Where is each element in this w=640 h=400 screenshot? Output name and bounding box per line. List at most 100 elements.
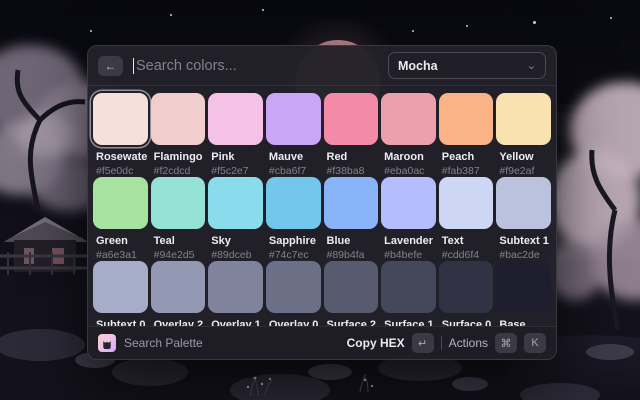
- color-hex: #bac2de: [496, 249, 551, 261]
- color-name: Yellow: [496, 151, 551, 163]
- color-swatch-item[interactable]: Yellow #f9e2af: [496, 93, 551, 177]
- color-grid: Rosewater #f5e0dc Flamingo #f2cdcd Pink …: [93, 93, 551, 326]
- footer-divider: [441, 336, 442, 350]
- color-hex: #f9e2af: [496, 165, 551, 177]
- flavor-dropdown[interactable]: Mocha ⌄: [388, 52, 546, 79]
- search-placeholder: Search colors...: [136, 58, 237, 74]
- color-swatch-item[interactable]: Lavender #b4befe: [381, 177, 436, 261]
- color-name: Teal: [151, 235, 206, 247]
- color-swatch-item[interactable]: Surface 2: [324, 261, 379, 326]
- back-button[interactable]: ←: [98, 56, 123, 76]
- status-bar: Search Palette Copy HEX ↵ Actions ⌘ K: [88, 326, 556, 359]
- color-name: Surface 1: [381, 319, 436, 326]
- search-input[interactable]: Search colors...: [133, 58, 378, 74]
- color-swatch[interactable]: [208, 177, 263, 229]
- star: [170, 14, 172, 16]
- color-hex: #eba0ac: [381, 165, 436, 177]
- color-swatch-item[interactable]: Overlay 0: [266, 261, 321, 326]
- color-name: Maroon: [381, 151, 436, 163]
- color-swatch[interactable]: [324, 261, 379, 313]
- color-name: Pink: [208, 151, 263, 163]
- color-hex: #cba6f7: [266, 165, 321, 177]
- color-swatch[interactable]: [151, 261, 206, 313]
- cat-face-icon: [101, 337, 113, 349]
- text-cursor: [133, 58, 134, 74]
- color-swatch-item[interactable]: Mauve #cba6f7: [266, 93, 321, 177]
- color-swatch-item[interactable]: Subtext 0: [93, 261, 148, 326]
- color-swatch-item[interactable]: Overlay 1: [208, 261, 263, 326]
- color-name: Base: [496, 319, 551, 326]
- color-swatch-item[interactable]: Flamingo #f2cdcd: [151, 93, 206, 177]
- enter-key-icon[interactable]: ↵: [412, 333, 434, 353]
- color-name: Sky: [208, 235, 263, 247]
- color-swatch-item[interactable]: Maroon #eba0ac: [381, 93, 436, 177]
- color-swatch[interactable]: [439, 177, 494, 229]
- color-swatch-item[interactable]: Blue #89b4fa: [324, 177, 379, 261]
- color-swatch[interactable]: [208, 261, 263, 313]
- color-swatch[interactable]: [496, 261, 551, 313]
- chevron-down-icon: ⌄: [527, 59, 536, 72]
- k-key-icon[interactable]: K: [524, 333, 546, 353]
- color-swatch[interactable]: [208, 93, 263, 145]
- color-name: Rosewater: [93, 151, 148, 163]
- color-swatch[interactable]: [151, 177, 206, 229]
- color-hex: #a6e3a1: [93, 249, 148, 261]
- color-hex: #f5c2e7: [208, 165, 263, 177]
- color-swatch[interactable]: [266, 177, 321, 229]
- color-hex: #cdd6f4: [439, 249, 494, 261]
- color-swatch-item[interactable]: Sapphire #74c7ec: [266, 177, 321, 261]
- primary-action-label[interactable]: Copy HEX: [347, 336, 405, 350]
- color-swatch-item[interactable]: Rosewater #f5e0dc: [93, 93, 148, 177]
- color-name: Flamingo: [151, 151, 206, 163]
- color-swatch[interactable]: [266, 93, 321, 145]
- color-name: Surface 2: [324, 319, 379, 326]
- color-swatch[interactable]: [93, 261, 148, 313]
- screen: ← Search colors... Mocha ⌄ Rosewater #f5…: [0, 0, 640, 400]
- color-swatch[interactable]: [266, 261, 321, 313]
- color-swatch[interactable]: [439, 93, 494, 145]
- color-name: Overlay 0: [266, 319, 321, 326]
- color-swatch[interactable]: [93, 93, 148, 145]
- search-bar: ← Search colors... Mocha ⌄: [88, 46, 556, 86]
- command-key-icon[interactable]: ⌘: [495, 333, 517, 353]
- color-hex: #89b4fa: [324, 249, 379, 261]
- color-name: Red: [324, 151, 379, 163]
- actions-menu-label[interactable]: Actions: [449, 336, 488, 350]
- color-swatch-item[interactable]: Peach #fab387: [439, 93, 494, 177]
- star: [262, 9, 264, 11]
- star: [412, 30, 414, 32]
- color-swatch[interactable]: [324, 93, 379, 145]
- color-grid-area: Rosewater #f5e0dc Flamingo #f2cdcd Pink …: [88, 86, 556, 326]
- color-swatch-item[interactable]: Sky #89dceb: [208, 177, 263, 261]
- back-arrow-icon: ←: [105, 59, 117, 73]
- color-swatch[interactable]: [381, 261, 436, 313]
- color-hex: #94e2d5: [151, 249, 206, 261]
- color-swatch[interactable]: [439, 261, 494, 313]
- color-swatch[interactable]: [381, 177, 436, 229]
- color-swatch[interactable]: [381, 93, 436, 145]
- extension-name: Search Palette: [124, 336, 203, 350]
- color-swatch-item[interactable]: Teal #94e2d5: [151, 177, 206, 261]
- palette-launcher-window: ← Search colors... Mocha ⌄ Rosewater #f5…: [87, 45, 557, 360]
- color-swatch-item[interactable]: Text #cdd6f4: [439, 177, 494, 261]
- color-swatch[interactable]: [93, 177, 148, 229]
- color-name: Mauve: [266, 151, 321, 163]
- catppuccin-logo-icon: [98, 334, 116, 352]
- color-swatch-item[interactable]: Subtext 1 #bac2de: [496, 177, 551, 261]
- color-swatch-item[interactable]: Green #a6e3a1: [93, 177, 148, 261]
- color-swatch-item[interactable]: Red #f38ba8: [324, 93, 379, 177]
- color-swatch[interactable]: [324, 177, 379, 229]
- color-swatch-item[interactable]: Surface 0: [439, 261, 494, 326]
- color-swatch[interactable]: [496, 93, 551, 145]
- color-hex: #f5e0dc: [93, 165, 148, 177]
- color-swatch-item[interactable]: Pink #f5c2e7: [208, 93, 263, 177]
- color-swatch-item[interactable]: Overlay 2: [151, 261, 206, 326]
- color-hex: #fab387: [439, 165, 494, 177]
- color-swatch-item[interactable]: Base: [496, 261, 551, 326]
- color-name: Lavender: [381, 235, 436, 247]
- color-name: Subtext 0: [93, 319, 148, 326]
- star: [610, 17, 612, 19]
- color-swatch-item[interactable]: Surface 1: [381, 261, 436, 326]
- color-swatch[interactable]: [151, 93, 206, 145]
- color-swatch[interactable]: [496, 177, 551, 229]
